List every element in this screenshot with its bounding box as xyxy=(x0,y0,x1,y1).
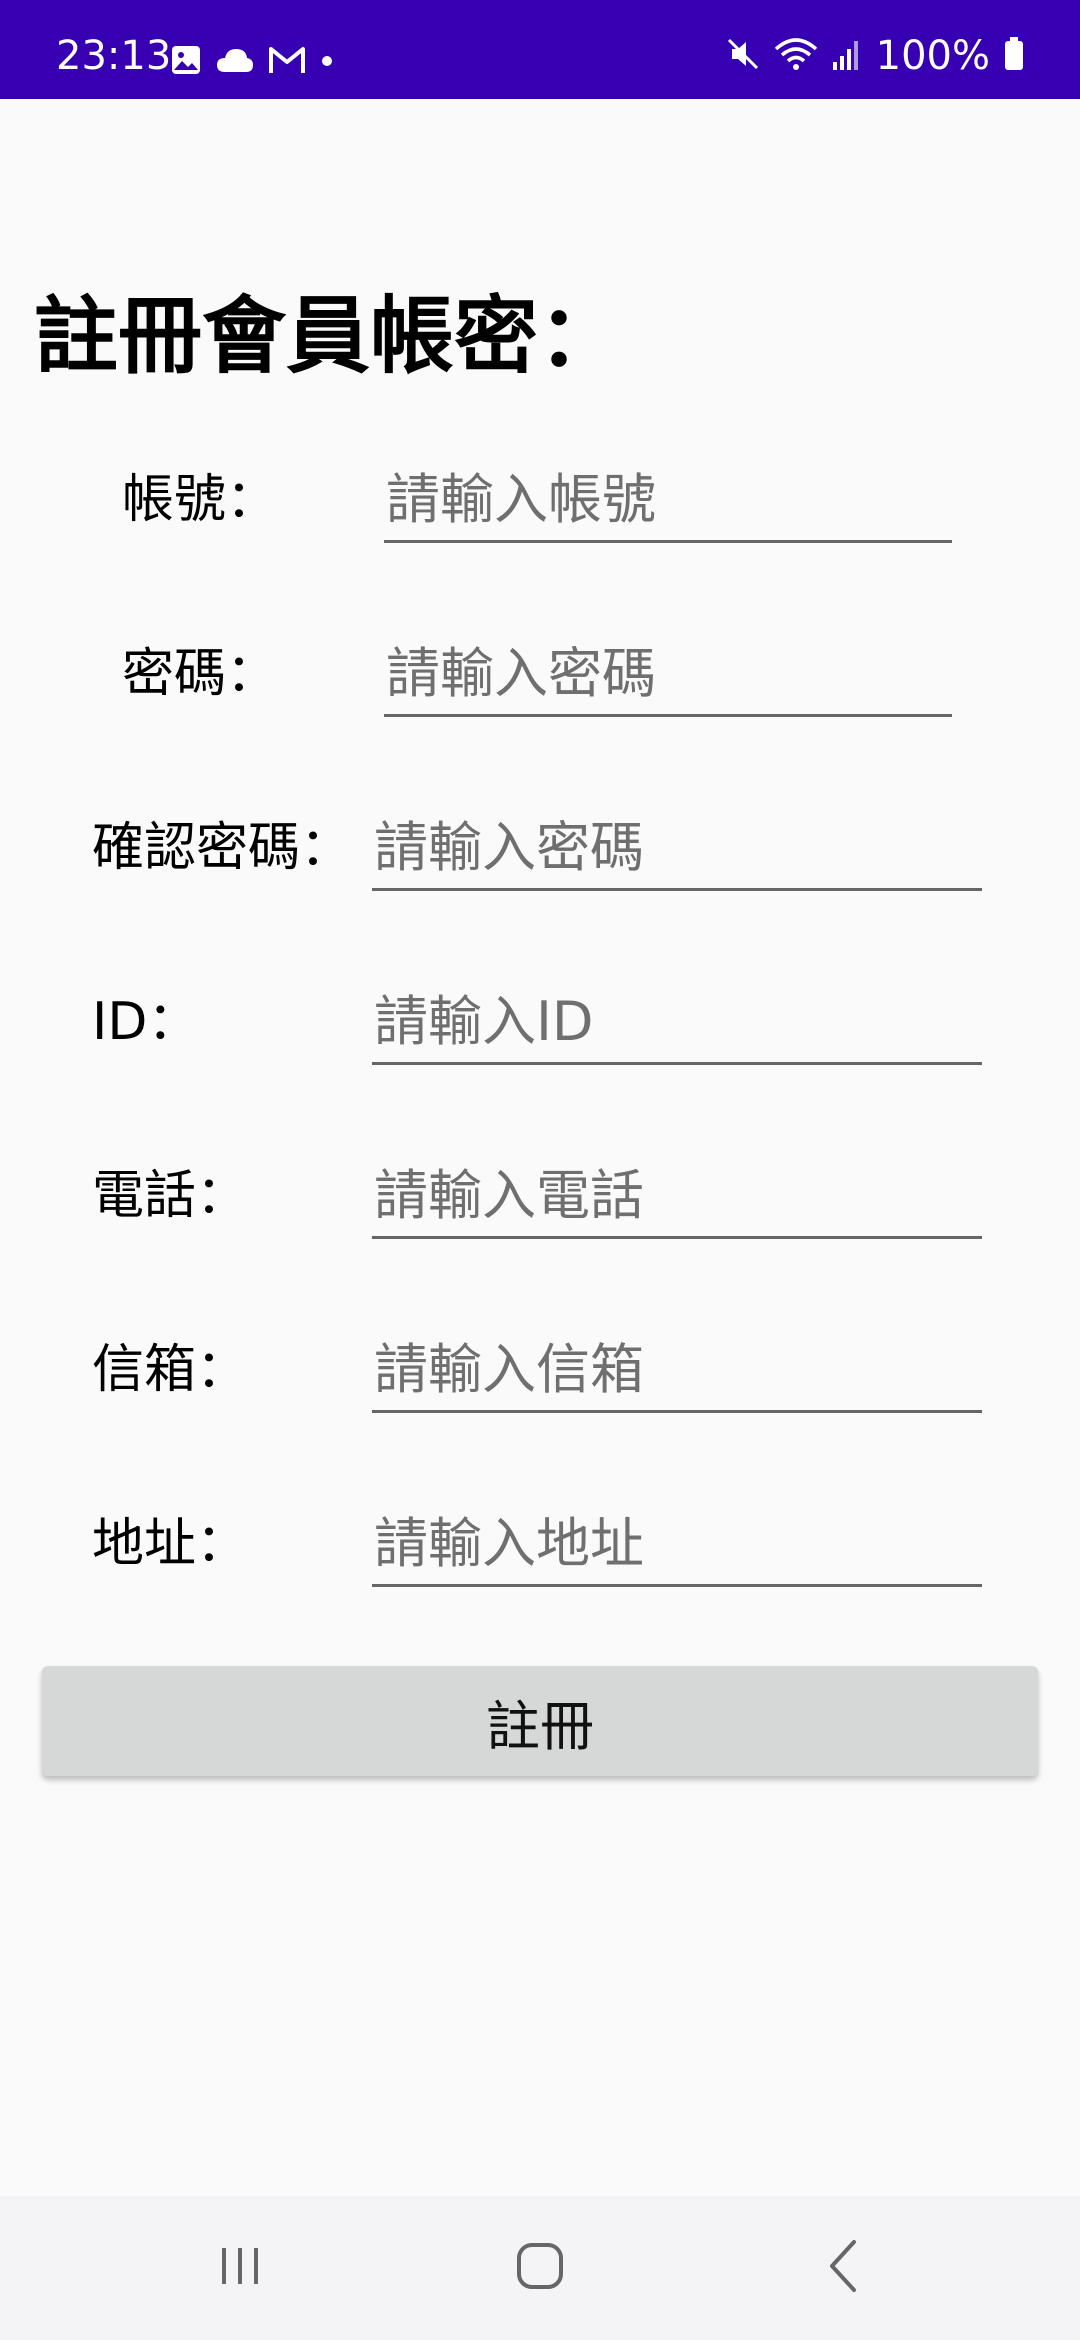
confirm-password-row: 確認密碼： xyxy=(0,792,1080,912)
back-button[interactable] xyxy=(804,2236,884,2300)
id-row: ID： xyxy=(0,966,1080,1086)
status-bar: 23:13 100% xyxy=(0,0,1080,99)
signal-icon xyxy=(832,38,862,74)
account-row: 帳號： xyxy=(0,444,1080,564)
mute-icon xyxy=(726,37,760,75)
account-input[interactable] xyxy=(384,458,952,543)
id-input[interactable] xyxy=(372,980,982,1065)
phone-label: 電話： xyxy=(92,1166,249,1226)
status-notification-icons xyxy=(170,44,334,80)
page-title: 註冊會員帳密： xyxy=(34,287,623,385)
battery-icon xyxy=(1004,37,1024,75)
recent-apps-icon xyxy=(216,2242,264,2294)
email-label: 信箱： xyxy=(92,1340,249,1400)
email-input[interactable] xyxy=(372,1328,982,1413)
email-row: 信箱： xyxy=(0,1314,1080,1434)
address-label: 地址： xyxy=(92,1514,249,1574)
navigation-bar xyxy=(0,2196,1080,2340)
confirm-password-input[interactable] xyxy=(372,806,982,891)
phone-input[interactable] xyxy=(372,1154,982,1239)
address-row: 地址： xyxy=(0,1488,1080,1608)
battery-percent: 100% xyxy=(875,33,990,79)
home-button[interactable] xyxy=(500,2236,580,2300)
wifi-icon xyxy=(774,37,818,75)
password-input[interactable] xyxy=(384,632,952,717)
cloud-icon xyxy=(216,46,254,78)
gmail-icon xyxy=(268,45,306,79)
account-label: 帳號： xyxy=(122,470,279,530)
status-time: 23:13 xyxy=(56,33,172,79)
back-icon xyxy=(824,2238,864,2298)
address-input[interactable] xyxy=(372,1502,982,1587)
phone-row: 電話： xyxy=(0,1140,1080,1260)
password-row: 密碼： xyxy=(0,618,1080,738)
password-label: 密碼： xyxy=(122,644,279,704)
gallery-icon xyxy=(170,44,202,80)
register-button[interactable]: 註冊 xyxy=(42,1666,1038,1776)
home-icon xyxy=(514,2240,566,2296)
id-label: ID： xyxy=(92,992,200,1052)
dot-icon xyxy=(320,53,334,72)
recent-apps-button[interactable] xyxy=(200,2236,280,2300)
confirm-password-label: 確認密碼： xyxy=(92,818,353,878)
status-system-icons: 100% xyxy=(726,36,1024,76)
